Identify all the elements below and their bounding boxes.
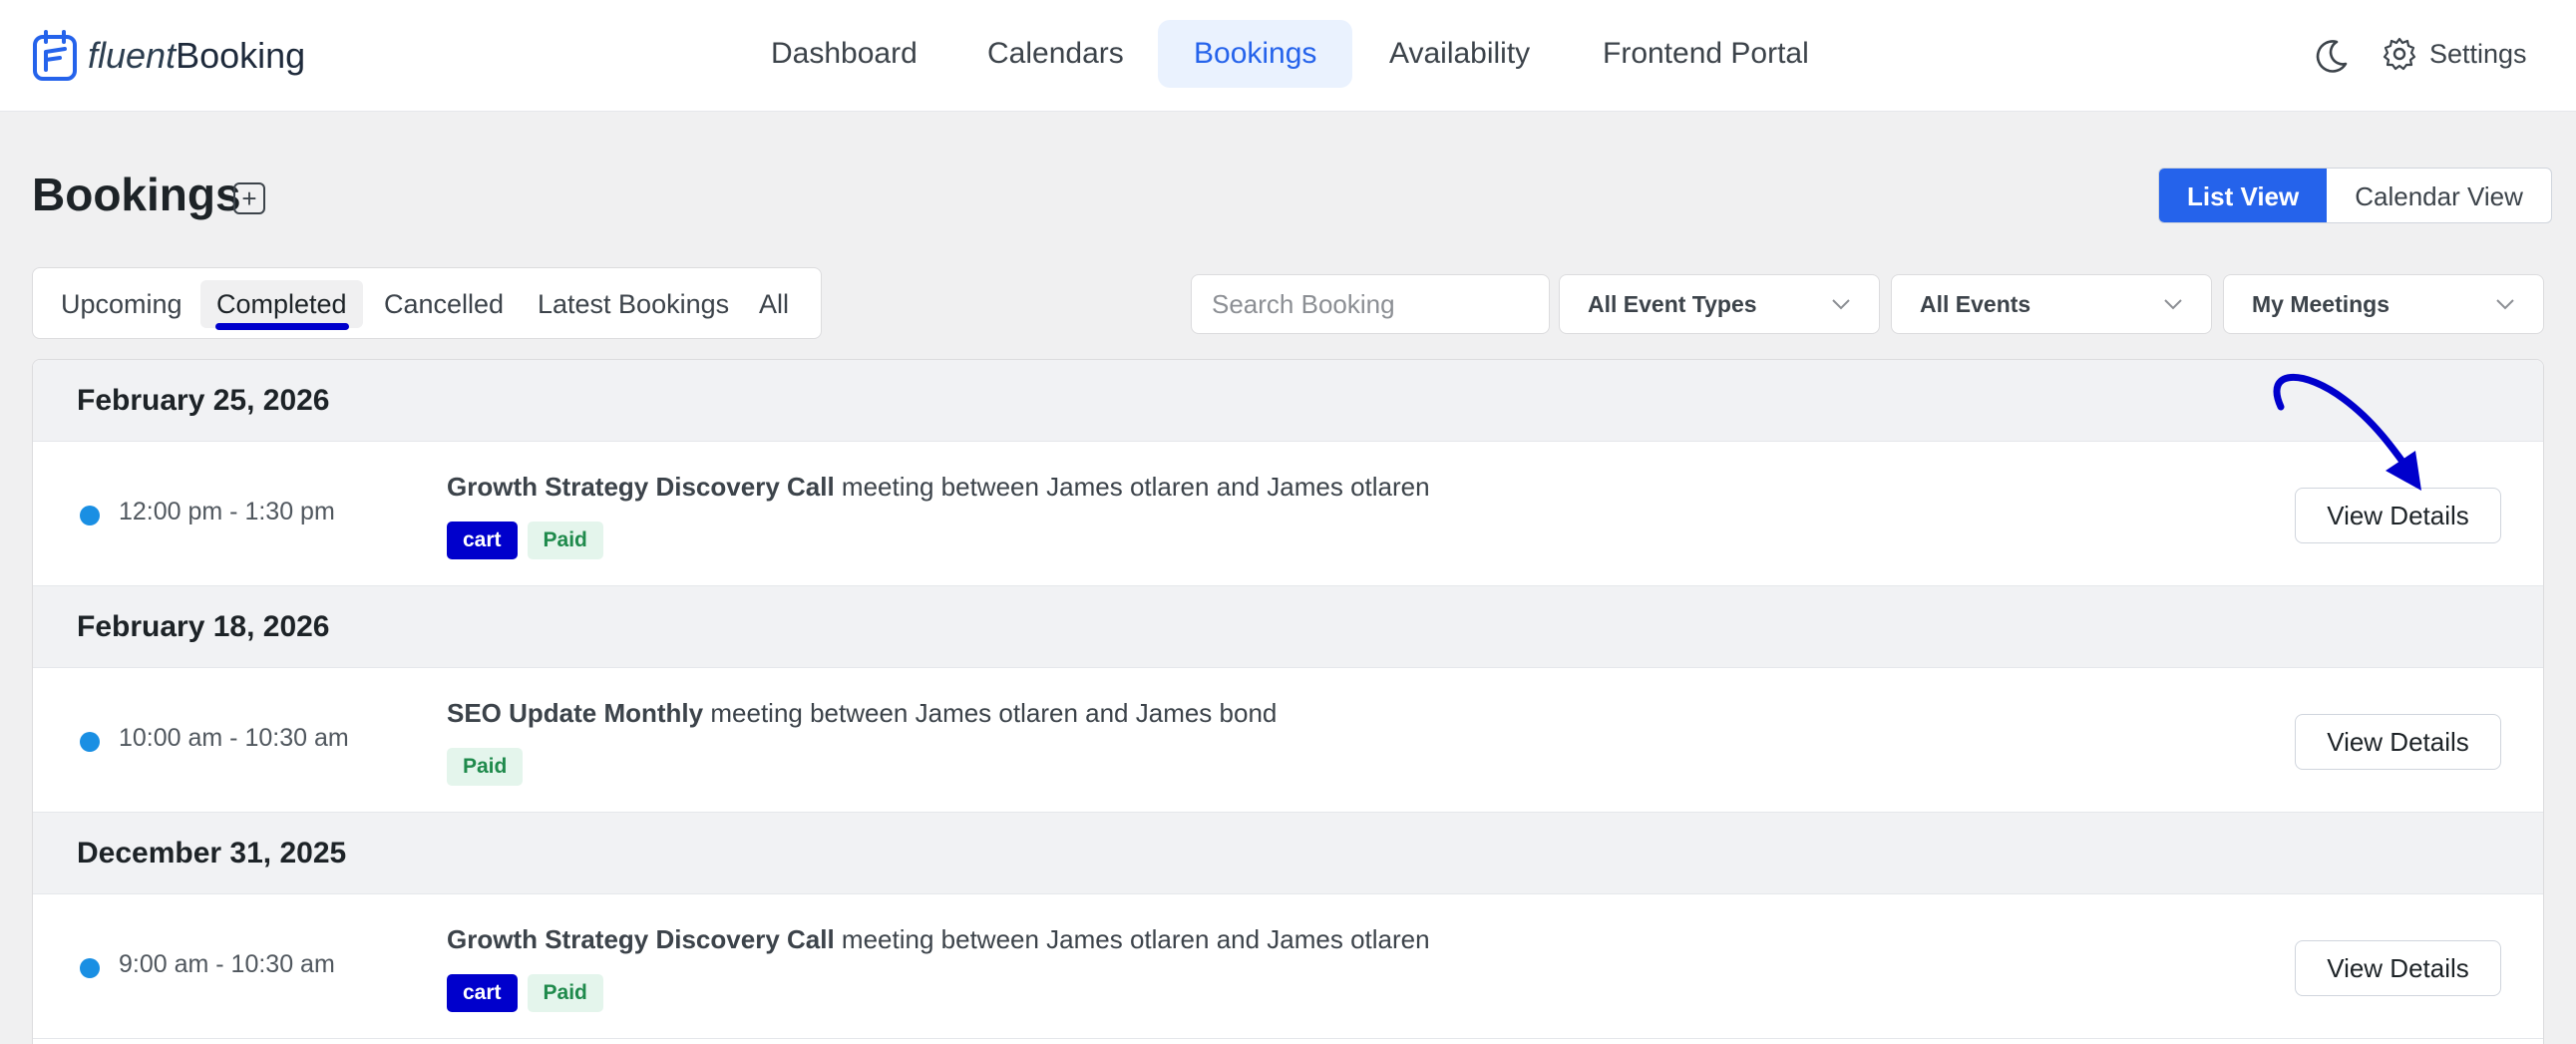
booking-title: Growth Strategy Discovery Call meeting b… bbox=[447, 472, 1430, 503]
chevron-down-icon bbox=[1832, 299, 1850, 310]
event-types-select[interactable]: All Event Types bbox=[1559, 274, 1880, 334]
cart-badge: cart bbox=[447, 974, 518, 1012]
view-details-button[interactable]: View Details bbox=[2295, 940, 2501, 996]
paid-badge: Paid bbox=[527, 974, 603, 1012]
nav-dashboard[interactable]: Dashboard bbox=[735, 20, 953, 88]
paid-badge: Paid bbox=[447, 748, 524, 786]
main-nav: Dashboard Calendars Bookings Availabilit… bbox=[0, 0, 2576, 112]
booking-row[interactable]: 10:00 am - 10:30 am SEO Update Monthly m… bbox=[33, 668, 2543, 813]
date-group-header: February 25, 2026 bbox=[33, 360, 2543, 442]
date-group-header: February 18, 2026 bbox=[33, 586, 2543, 668]
tab-all[interactable]: All bbox=[743, 280, 805, 328]
booking-description: meeting between James otlaren and James … bbox=[841, 472, 1430, 502]
tab-completed[interactable]: Completed bbox=[200, 280, 363, 328]
cart-badge: cart bbox=[447, 522, 518, 559]
annotation-arrow-icon bbox=[2273, 374, 2421, 491]
bookings-list: February 25, 2026 12:00 pm - 1:30 pm Gro… bbox=[32, 359, 2544, 1044]
tab-cancelled[interactable]: Cancelled bbox=[368, 280, 520, 328]
date-group-header: December 31, 2025 bbox=[33, 813, 2543, 894]
events-select[interactable]: All Events bbox=[1891, 274, 2212, 334]
settings-button[interactable]: Settings bbox=[2382, 34, 2527, 74]
nav-bookings[interactable]: Bookings bbox=[1158, 20, 1353, 88]
nav-calendars[interactable]: Calendars bbox=[951, 20, 1160, 88]
chevron-down-icon bbox=[2164, 299, 2182, 310]
plus-icon: + bbox=[241, 183, 257, 213]
event-name: Growth Strategy Discovery Call bbox=[447, 472, 835, 502]
booking-row[interactable]: 9:00 am - 10:30 am Growth Strategy Disco… bbox=[33, 894, 2543, 1039]
event-name: Growth Strategy Discovery Call bbox=[447, 924, 835, 954]
nav-availability[interactable]: Availability bbox=[1353, 20, 1566, 88]
booking-title: SEO Update Monthly meeting between James… bbox=[447, 698, 1277, 729]
booking-badges: cart Paid bbox=[447, 974, 603, 1012]
list-view-button[interactable]: List View bbox=[2159, 169, 2328, 222]
tab-latest-bookings[interactable]: Latest Bookings bbox=[522, 280, 745, 328]
active-tab-annotation-underline bbox=[215, 323, 349, 330]
booking-description: meeting between James otlaren and James … bbox=[710, 698, 1278, 728]
moon-icon[interactable] bbox=[2312, 36, 2352, 76]
nav-frontend-portal[interactable]: Frontend Portal bbox=[1567, 20, 1845, 88]
page-title: Bookings bbox=[32, 169, 241, 220]
search-box bbox=[1191, 274, 1550, 334]
meetings-value: My Meetings bbox=[2252, 290, 2391, 317]
search-input[interactable] bbox=[1192, 275, 1549, 333]
booking-title: Growth Strategy Discovery Call meeting b… bbox=[447, 924, 1430, 955]
gear-icon bbox=[2383, 37, 2416, 71]
booking-time: 10:00 am - 10:30 am bbox=[119, 724, 349, 752]
status-dot bbox=[80, 732, 100, 752]
meetings-select[interactable]: My Meetings bbox=[2223, 274, 2544, 334]
event-types-value: All Event Types bbox=[1588, 290, 1757, 317]
booking-time: 9:00 am - 10:30 am bbox=[119, 950, 335, 978]
events-value: All Events bbox=[1920, 290, 2031, 317]
settings-label: Settings bbox=[2429, 38, 2527, 69]
add-booking-button[interactable]: + bbox=[233, 182, 265, 214]
tab-upcoming[interactable]: Upcoming bbox=[45, 280, 198, 328]
view-toggle: List View Calendar View bbox=[2158, 168, 2552, 223]
booking-time: 12:00 pm - 1:30 pm bbox=[119, 498, 335, 525]
booking-badges: cart Paid bbox=[447, 522, 603, 559]
booking-badges: Paid bbox=[447, 748, 524, 786]
status-dot bbox=[80, 958, 100, 978]
chevron-down-icon bbox=[2496, 299, 2514, 310]
calendar-view-button[interactable]: Calendar View bbox=[2327, 169, 2551, 222]
event-name: SEO Update Monthly bbox=[447, 698, 704, 728]
paid-badge: Paid bbox=[527, 522, 603, 559]
view-details-button[interactable]: View Details bbox=[2295, 714, 2501, 770]
status-dot bbox=[80, 506, 100, 525]
top-navigation-bar: fluent Booking Dashboard Calendars Bookin… bbox=[0, 0, 2576, 112]
booking-description: meeting between James otlaren and James … bbox=[841, 924, 1430, 954]
booking-row[interactable]: 12:00 pm - 1:30 pm Growth Strategy Disco… bbox=[33, 442, 2543, 586]
booking-status-tabs: Upcoming Completed Cancelled Latest Book… bbox=[32, 267, 822, 339]
